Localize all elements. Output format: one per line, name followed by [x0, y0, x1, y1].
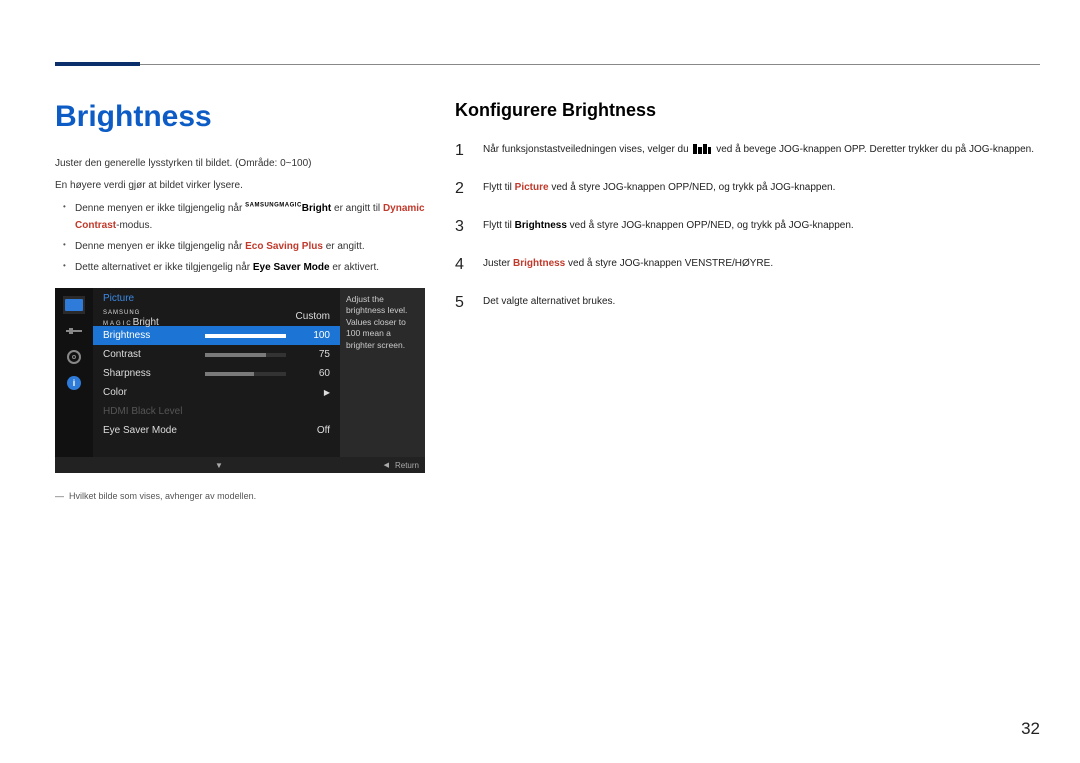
step-item: 4 Juster Brightness ved å styre JOG-knap…	[455, 253, 1040, 277]
osd-row-contrast: Contrast 75	[93, 345, 340, 364]
osd-sidebar: i	[55, 288, 93, 473]
gear-icon	[63, 348, 85, 366]
osd-row-sharpness: Sharpness 60	[93, 364, 340, 383]
page-content: Brightness Juster den generelle lysstyrk…	[55, 100, 1040, 501]
note-item: Denne menyen er ikke tilgjengelig når Ec…	[63, 238, 425, 255]
page-title: Brightness	[55, 100, 425, 134]
osd-row-hdmi: HDMI Black Level	[93, 402, 340, 421]
intro-line-1: Juster den generelle lysstyrken til bild…	[55, 156, 425, 172]
chevron-down-icon: ▼	[215, 461, 223, 470]
right-column: Konfigurere Brightness 1 Når funksjonsta…	[455, 100, 1040, 501]
osd-title: Picture	[93, 288, 340, 307]
intro-line-2: En høyere verdi gjør at bildet virker ly…	[55, 178, 425, 194]
osd-row-color: Color ▶	[93, 383, 340, 402]
step-item: 2 Flytt til Picture ved å styre JOG-knap…	[455, 177, 1040, 201]
chevron-right-icon: ▶	[294, 388, 330, 397]
top-divider	[55, 64, 1040, 65]
back-icon: ◀	[384, 461, 389, 469]
steps-list: 1 Når funksjonstastveiledningen vises, v…	[455, 139, 1040, 315]
osd-screenshot: i Picture SAMSUNG MAGICBright Custom Bri…	[55, 288, 425, 473]
step-number: 5	[455, 291, 469, 315]
menu-icon	[693, 144, 711, 154]
step-item: 1 Når funksjonstastveiledningen vises, v…	[455, 139, 1040, 163]
notes-list: Denne menyen er ikke tilgjengelig når SA…	[63, 200, 425, 276]
left-column: Brightness Juster den generelle lysstyrk…	[55, 100, 425, 501]
osd-row-brightness: Brightness 100	[93, 326, 340, 345]
top-accent-bar	[55, 62, 140, 66]
info-icon: i	[63, 374, 85, 392]
footnote: Hvilket bilde som vises, avhenger av mod…	[55, 491, 425, 501]
note-item: Denne menyen er ikke tilgjengelig når SA…	[63, 200, 425, 234]
step-number: 1	[455, 139, 469, 163]
osd-main-panel: Picture SAMSUNG MAGICBright Custom Brigh…	[93, 288, 340, 457]
osd-footer: ▼ ◀ Return	[55, 457, 425, 473]
step-number: 2	[455, 177, 469, 201]
note-item: Dette alternativet er ikke tilgjengelig …	[63, 259, 425, 276]
step-number: 4	[455, 253, 469, 277]
section-title: Konfigurere Brightness	[455, 100, 1040, 121]
sliders-icon	[63, 322, 85, 340]
page-number: 32	[1021, 719, 1040, 739]
step-item: 5 Det valgte alternativet brukes.	[455, 291, 1040, 315]
step-item: 3 Flytt til Brightness ved å styre JOG-k…	[455, 215, 1040, 239]
step-number: 3	[455, 215, 469, 239]
picture-icon	[63, 296, 85, 314]
osd-description: Adjust the brightness level. Values clos…	[340, 288, 425, 457]
osd-row-eyesaver: Eye Saver Mode Off	[93, 421, 340, 440]
osd-row-magicbright: SAMSUNG MAGICBright Custom	[93, 307, 340, 326]
